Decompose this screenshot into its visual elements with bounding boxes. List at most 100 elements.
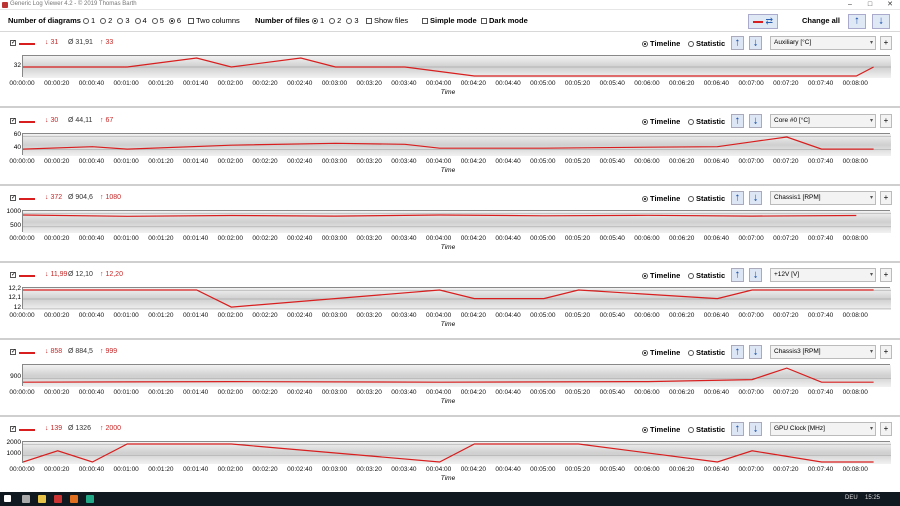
move-up-button[interactable]: ⭡: [731, 268, 744, 282]
radio-button[interactable]: [642, 41, 648, 47]
radio-button[interactable]: [346, 18, 353, 24]
file-option-3[interactable]: 3: [346, 16, 359, 25]
language-indicator[interactable]: DEU: [845, 495, 858, 501]
file-explorer-icon[interactable]: [38, 495, 46, 503]
radio-button[interactable]: [168, 18, 175, 24]
radio-button[interactable]: [688, 273, 694, 279]
timeline-plot[interactable]: [22, 133, 891, 156]
statistic-radio[interactable]: Statistic: [688, 117, 725, 126]
diagram-option-3[interactable]: 3: [117, 16, 130, 25]
add-series-button[interactable]: +: [880, 114, 892, 128]
radio-button[interactable]: [100, 18, 107, 24]
series-line-swatch[interactable]: [19, 198, 35, 200]
statistic-radio[interactable]: Statistic: [688, 194, 725, 203]
clock[interactable]: 15:25: [865, 495, 880, 501]
close-button[interactable]: ✕: [880, 0, 900, 10]
add-series-button[interactable]: +: [880, 191, 892, 205]
series-line-swatch[interactable]: [19, 121, 35, 123]
firefox-icon[interactable]: [70, 495, 78, 503]
app-icon-taskbar[interactable]: [54, 495, 62, 503]
diagram-option-5[interactable]: 5: [151, 16, 164, 25]
sensor-select[interactable]: GPU Clock [MHz] ▾: [770, 422, 876, 436]
timeline-plot[interactable]: [22, 364, 891, 387]
log-viewer-taskbar-icon[interactable]: [86, 495, 94, 503]
move-down-button[interactable]: ⭣: [749, 36, 762, 50]
series-line-swatch[interactable]: [19, 352, 35, 354]
sensor-select[interactable]: Core #0 [°C] ▾: [770, 114, 876, 128]
sensor-select[interactable]: Chassis1 [RPM] ▾: [770, 191, 876, 205]
add-series-button[interactable]: +: [880, 422, 892, 436]
statistic-radio[interactable]: Statistic: [688, 425, 725, 434]
radio-button[interactable]: [117, 18, 124, 24]
series-line-swatch[interactable]: [19, 43, 35, 45]
diagram-option-4[interactable]: 4: [134, 16, 147, 25]
radio-button[interactable]: [134, 18, 141, 24]
timeline-radio[interactable]: Timeline: [642, 194, 680, 203]
search-icon[interactable]: [22, 495, 30, 503]
timeline-plot[interactable]: [22, 441, 891, 464]
simple-mode-checkbox[interactable]: Simple mode: [422, 16, 477, 26]
diagram-option-1[interactable]: 1: [83, 16, 95, 25]
radio-button[interactable]: [329, 18, 336, 24]
change-all-up-button[interactable]: ⭡: [848, 14, 866, 29]
add-series-button[interactable]: +: [880, 36, 892, 50]
diagram-option-2[interactable]: 2: [100, 16, 112, 25]
timeline-plot[interactable]: [22, 210, 891, 233]
radio-button[interactable]: [642, 119, 648, 125]
show-files-checkbox[interactable]: Show files: [366, 16, 408, 26]
series-visible-checkbox[interactable]: ✓: [10, 118, 16, 124]
radio-button[interactable]: [151, 18, 158, 24]
move-up-button[interactable]: ⭡: [731, 422, 744, 436]
timeline-radio[interactable]: Timeline: [642, 117, 680, 126]
timeline-plot[interactable]: [22, 287, 891, 310]
dark-mode-checkbox[interactable]: Dark mode: [481, 16, 528, 26]
file-option-1[interactable]: 1: [312, 16, 324, 25]
move-up-button[interactable]: ⭡: [731, 191, 744, 205]
simple-mode-check[interactable]: [422, 18, 428, 24]
sensor-select[interactable]: Chassis3 [RPM] ▾: [770, 345, 876, 359]
move-down-button[interactable]: ⭣: [749, 345, 762, 359]
dark-mode-check[interactable]: [481, 18, 487, 24]
move-down-button[interactable]: ⭣: [749, 191, 762, 205]
sensor-select[interactable]: +12V [V] ▾: [770, 268, 876, 282]
radio-button[interactable]: [688, 119, 694, 125]
radio-button[interactable]: [642, 350, 648, 356]
two-columns-checkbox[interactable]: Two columns: [188, 16, 240, 26]
minimize-button[interactable]: –: [840, 0, 860, 10]
timeline-plot[interactable]: [22, 55, 891, 78]
radio-button[interactable]: [688, 427, 694, 433]
start-icon[interactable]: [4, 495, 11, 502]
radio-button[interactable]: [312, 18, 318, 24]
statistic-radio[interactable]: Statistic: [688, 39, 725, 48]
series-visible-checkbox[interactable]: ✓: [10, 40, 16, 46]
series-visible-checkbox[interactable]: ✓: [10, 272, 16, 278]
radio-button[interactable]: [83, 18, 89, 24]
radio-button[interactable]: [688, 350, 694, 356]
move-up-button[interactable]: ⭡: [731, 114, 744, 128]
series-line-swatch[interactable]: [19, 275, 35, 277]
move-up-button[interactable]: ⭡: [731, 345, 744, 359]
statistic-radio[interactable]: Statistic: [688, 271, 725, 280]
move-up-button[interactable]: ⭡: [731, 36, 744, 50]
move-down-button[interactable]: ⭣: [749, 114, 762, 128]
add-series-button[interactable]: +: [880, 345, 892, 359]
file-option-2[interactable]: 2: [329, 16, 341, 25]
radio-button[interactable]: [642, 273, 648, 279]
timeline-radio[interactable]: Timeline: [642, 271, 680, 280]
move-down-button[interactable]: ⭣: [749, 268, 762, 282]
series-line-swatch[interactable]: [19, 429, 35, 431]
change-all-down-button[interactable]: ⭣: [872, 14, 890, 29]
series-visible-checkbox[interactable]: ✓: [10, 349, 16, 355]
series-visible-checkbox[interactable]: ✓: [10, 426, 16, 432]
two-columns-check[interactable]: [188, 18, 194, 24]
timeline-radio[interactable]: Timeline: [642, 348, 680, 357]
timeline-radio[interactable]: Timeline: [642, 39, 680, 48]
timeline-radio[interactable]: Timeline: [642, 425, 680, 434]
radio-button[interactable]: [642, 427, 648, 433]
radio-button[interactable]: [688, 196, 694, 202]
radio-button[interactable]: [688, 41, 694, 47]
statistic-radio[interactable]: Statistic: [688, 348, 725, 357]
add-series-button[interactable]: +: [880, 268, 892, 282]
sensor-select[interactable]: Auxiliary [°C] ▾: [770, 36, 876, 50]
move-down-button[interactable]: ⭣: [749, 422, 762, 436]
